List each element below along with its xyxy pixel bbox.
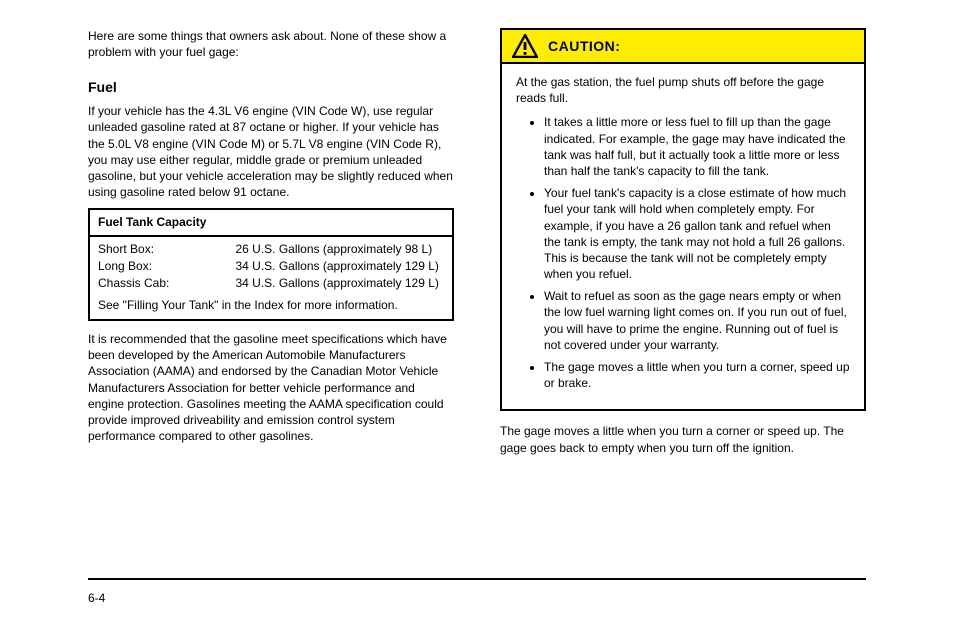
fuel-row: Chassis Cab: 34 U.S. Gallons (approximat… bbox=[98, 275, 444, 292]
caution-item: Wait to refuel as soon as the gage nears… bbox=[544, 288, 850, 353]
fuel-row: Long Box: 34 U.S. Gallons (approximately… bbox=[98, 258, 444, 275]
caution-item: Your fuel tank's capacity is a close est… bbox=[544, 185, 850, 282]
fuel-paragraph-2: It is recommended that the gasoline meet… bbox=[88, 331, 454, 444]
fuel-row: Short Box: 26 U.S. Gallons (approximatel… bbox=[98, 241, 444, 258]
fuel-row-label: Long Box: bbox=[98, 258, 229, 275]
below-caution-paragraph: The gage moves a little when you turn a … bbox=[500, 423, 866, 455]
fuel-row-label: Short Box: bbox=[98, 241, 229, 258]
page-number-left: 6-4 bbox=[88, 590, 105, 606]
caution-item: The gage moves a little when you turn a … bbox=[544, 359, 850, 391]
right-column: CAUTION: At the gas station, the fuel pu… bbox=[500, 28, 866, 464]
caution-list: It takes a little more or less fuel to f… bbox=[516, 114, 850, 391]
fuel-paragraph-1: If your vehicle has the 4.3L V6 engine (… bbox=[88, 103, 454, 200]
fuel-table-note: See "Filling Your Tank" in the Index for… bbox=[98, 297, 444, 313]
fuel-row-label: Chassis Cab: bbox=[98, 275, 229, 292]
fuel-capacity-table: Fuel Tank Capacity Short Box: 26 U.S. Ga… bbox=[88, 208, 454, 321]
fuel-row-value: 26 U.S. Gallons (approximately 98 L) bbox=[235, 241, 444, 258]
caution-item: It takes a little more or less fuel to f… bbox=[544, 114, 850, 179]
caution-box: CAUTION: At the gas station, the fuel pu… bbox=[500, 28, 866, 411]
caution-title: CAUTION: bbox=[548, 37, 620, 56]
fuel-row-value: 34 U.S. Gallons (approximately 129 L) bbox=[235, 275, 444, 292]
footer-rule bbox=[88, 578, 866, 580]
intro-paragraph: Here are some things that owners ask abo… bbox=[88, 28, 454, 60]
fuel-table-heading: Fuel Tank Capacity bbox=[90, 210, 452, 236]
caution-body: At the gas station, the fuel pump shuts … bbox=[502, 64, 864, 409]
section-heading-fuel: Fuel bbox=[88, 78, 454, 97]
warning-triangle-icon bbox=[512, 34, 538, 58]
left-column: Here are some things that owners ask abo… bbox=[88, 28, 454, 464]
caution-header: CAUTION: bbox=[502, 30, 864, 64]
fuel-row-value: 34 U.S. Gallons (approximately 129 L) bbox=[235, 258, 444, 275]
caution-lead: At the gas station, the fuel pump shuts … bbox=[516, 74, 850, 106]
